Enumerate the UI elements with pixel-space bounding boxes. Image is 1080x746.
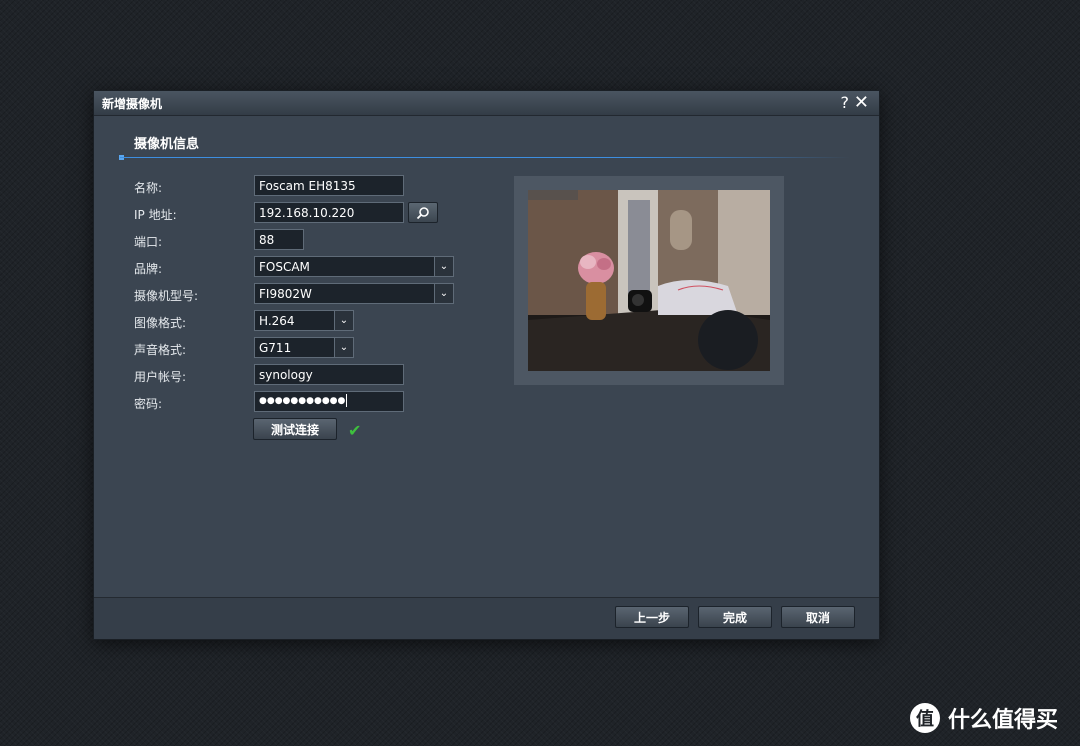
check-icon: ✔ [348,421,362,440]
add-camera-dialog: 新增摄像机 ? ✕ 摄像机信息 名称: IP 地址: 端口: 品牌: FOSCA… [93,90,880,640]
audio-format-select[interactable]: G711 ⌄ [254,337,354,358]
dialog-title: 新增摄像机 [102,97,163,111]
chevron-down-icon[interactable]: ⌄ [434,257,453,276]
camera-snapshot-illustration [528,190,770,371]
password-input[interactable]: ●●●●●●●●●●● [254,391,404,412]
model-label: 摄像机型号: [134,289,199,303]
model-select[interactable]: FI9802W ⌄ [254,283,454,304]
chevron-down-icon[interactable]: ⌄ [334,311,353,330]
brand-select[interactable]: FOSCAM ⌄ [254,256,454,277]
port-label: 端口: [134,235,163,249]
brand-label: 品牌: [134,262,163,276]
section-title: 摄像机信息 [134,137,200,152]
cancel-button[interactable]: 取消 [781,606,855,628]
section-divider [120,157,850,158]
username-label: 用户帐号: [134,370,187,384]
video-format-label: 图像格式: [134,316,187,330]
password-label: 密码: [134,397,163,411]
search-button[interactable] [408,202,438,223]
name-input[interactable] [254,175,404,196]
search-icon [416,206,429,219]
watermark: 值 什么值得买 [910,702,1058,734]
brand-value: FOSCAM [259,260,310,274]
chevron-down-icon[interactable]: ⌄ [334,338,353,357]
previous-button[interactable]: 上一步 [615,606,689,628]
watermark-text: 什么值得买 [948,708,1059,733]
test-connection-button[interactable]: 测试连接 [253,418,337,440]
username-input[interactable] [254,364,404,385]
name-label: 名称: [134,181,163,195]
camera-preview-image [528,190,770,371]
finish-button[interactable]: 完成 [698,606,772,628]
password-mask: ●●●●●●●●●●● [259,396,346,406]
ip-input[interactable] [254,202,404,223]
video-format-value: H.264 [259,314,295,328]
chevron-down-icon[interactable]: ⌄ [434,284,453,303]
dialog-titlebar[interactable]: 新增摄像机 ? ✕ [94,91,879,116]
watermark-logo-icon: 值 [910,703,940,733]
model-value: FI9802W [259,287,312,301]
camera-preview-frame [514,176,784,385]
audio-format-value: G711 [259,341,292,355]
port-input[interactable] [254,229,304,250]
video-format-select[interactable]: H.264 ⌄ [254,310,354,331]
close-icon[interactable]: ✕ [854,93,869,113]
ip-label: IP 地址: [134,208,177,222]
help-icon[interactable]: ? [841,93,850,113]
dialog-footer: 上一步 完成 取消 [94,597,879,639]
audio-format-label: 声音格式: [134,343,187,357]
